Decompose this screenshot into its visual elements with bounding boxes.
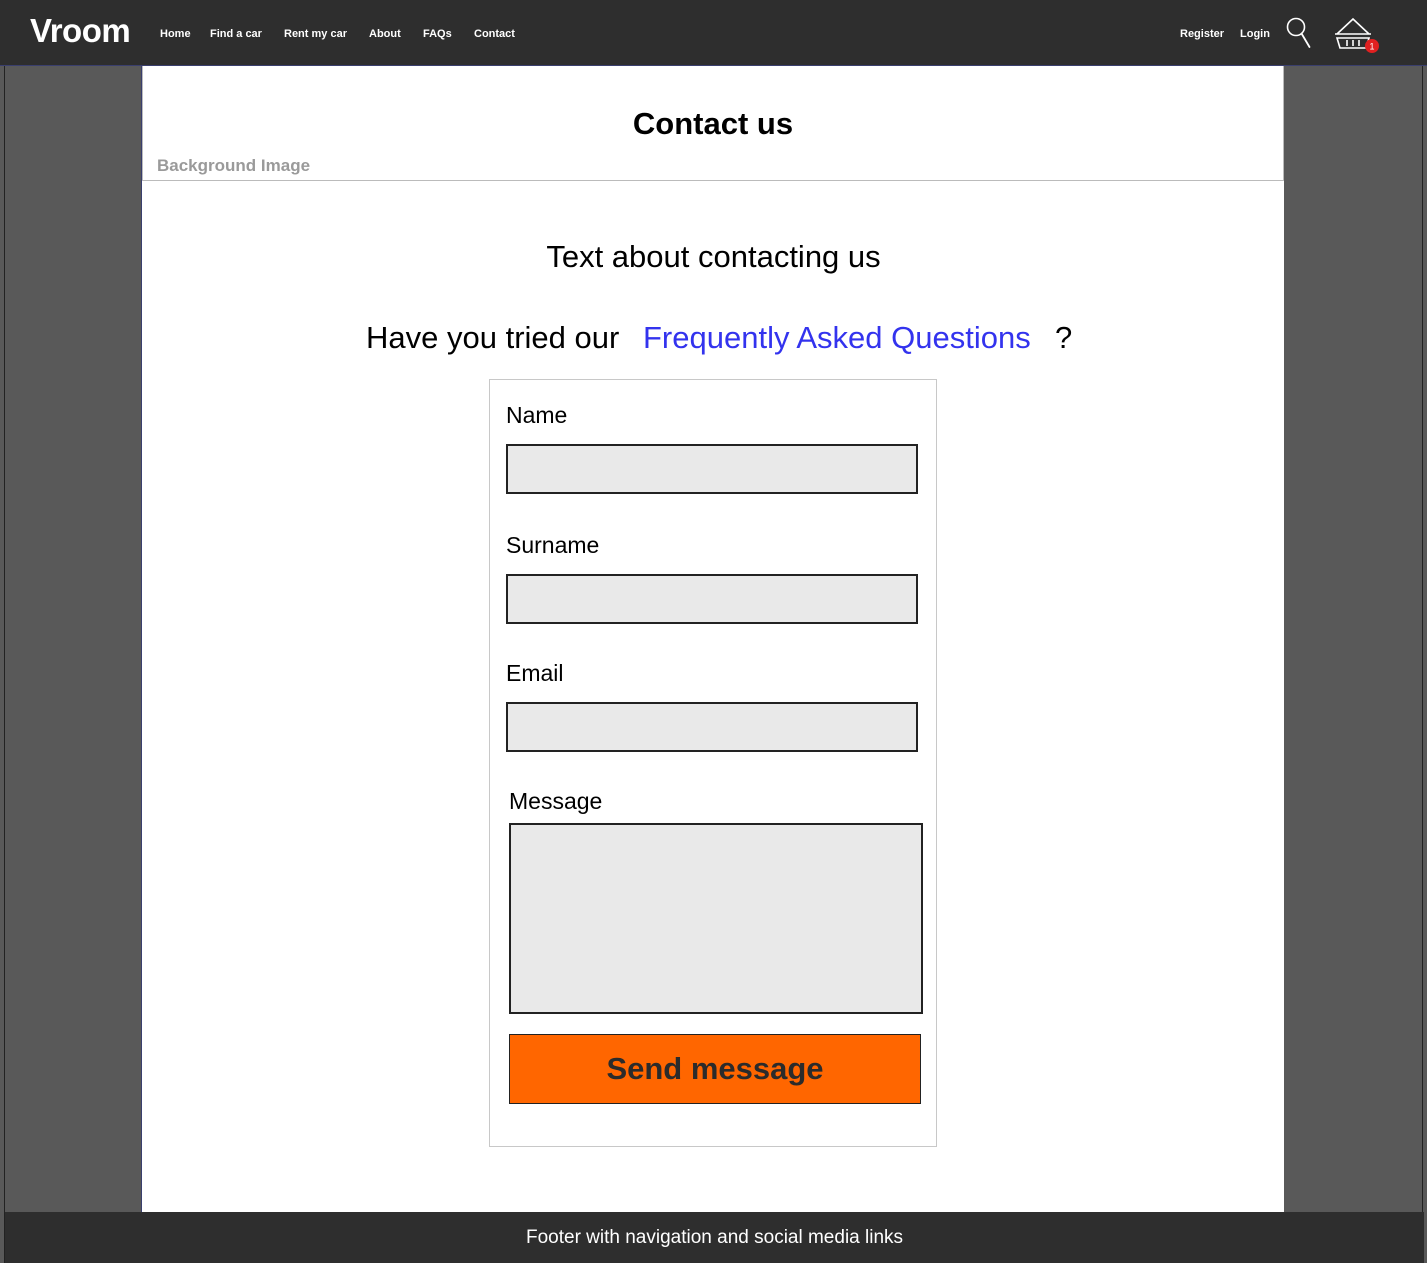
nav-find-a-car[interactable]: Find a car	[210, 28, 262, 40]
intro-text: Text about contacting us	[546, 239, 881, 274]
page-title: Contact us	[632, 106, 794, 141]
frame-left-line	[4, 66, 5, 1263]
send-message-button[interactable]: Send message	[509, 1034, 921, 1104]
nav-rent-my-car[interactable]: Rent my car	[284, 28, 347, 40]
faq-prompt-text: Have you tried our	[366, 320, 620, 355]
nav-contact[interactable]: Contact	[474, 28, 515, 40]
search-icon[interactable]	[1286, 16, 1312, 50]
contact-form: Name Surname Email Message Send message	[489, 379, 937, 1147]
footer-text: Footer with navigation and social media …	[525, 1227, 904, 1248]
message-label: Message	[509, 788, 603, 814]
login-link[interactable]: Login	[1240, 28, 1270, 40]
top-navbar: Vroom Home Find a car Rent my car About …	[0, 0, 1427, 66]
email-field[interactable]	[506, 702, 918, 752]
surname-field[interactable]	[506, 574, 918, 624]
main-content: Contact us Background Image Text about c…	[141, 66, 1284, 1212]
frame-right-line	[1422, 66, 1423, 1212]
nav-faqs[interactable]: FAQs	[423, 28, 452, 40]
faq-link[interactable]: Frequently Asked Questions	[643, 320, 1031, 356]
name-field[interactable]	[506, 444, 918, 494]
background-image-placeholder: Background Image	[157, 156, 311, 175]
message-textarea[interactable]	[509, 823, 923, 1014]
basket-icon[interactable]: 1	[1334, 16, 1382, 56]
name-label: Name	[506, 402, 568, 428]
nav-about[interactable]: About	[369, 28, 401, 40]
basket-count-badge: 1	[1369, 42, 1374, 52]
nav-home[interactable]: Home	[160, 28, 191, 40]
surname-label: Surname	[506, 532, 600, 558]
register-link[interactable]: Register	[1180, 28, 1224, 40]
page-footer: Footer with navigation and social media …	[5, 1212, 1424, 1263]
faq-question-mark: ?	[1055, 320, 1073, 355]
email-label: Email	[506, 660, 564, 686]
site-logo[interactable]: Vroom	[30, 12, 131, 50]
hero-banner: Contact us Background Image	[142, 66, 1284, 181]
